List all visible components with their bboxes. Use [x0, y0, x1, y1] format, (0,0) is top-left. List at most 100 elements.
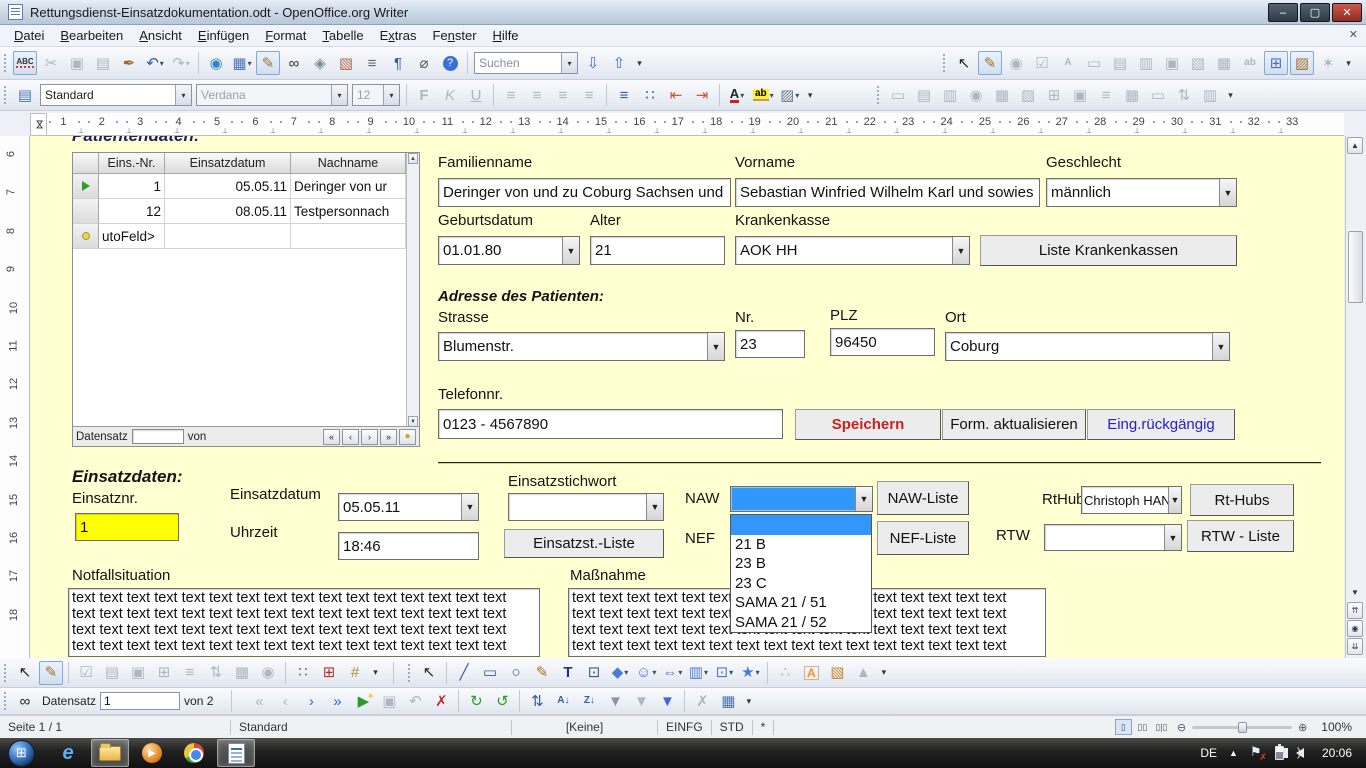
help-icon[interactable]: ?	[438, 51, 462, 75]
data-sources-icon[interactable]: ≡	[360, 51, 384, 75]
toolbar-grip[interactable]	[876, 85, 881, 105]
minimize-button[interactable]: –	[1268, 3, 1298, 22]
chevron-down-icon[interactable]: ▼	[952, 237, 969, 264]
zoom-out-icon[interactable]: ⊖	[1177, 721, 1186, 734]
eing-rueckgaengig-button[interactable]: Eing.rückgängig	[1087, 409, 1235, 440]
toolbar-grip[interactable]	[3, 663, 8, 683]
previous-page-icon[interactable]: ⇈	[1347, 602, 1363, 619]
callout-icon[interactable]: ⊡	[582, 661, 606, 685]
document-scrollbar[interactable]: ▲ ▼ ⇈ ◉ ⇊	[1345, 136, 1364, 658]
more-controls-icon[interactable]: ⊞	[1264, 51, 1288, 75]
naw-option[interactable]: SAMA 21 / 51	[731, 593, 871, 613]
callouts-icon[interactable]: ⊡▾	[712, 661, 736, 685]
toolbar-options-icon[interactable]: ▾	[1342, 51, 1355, 75]
select-icon[interactable]: ↖	[417, 661, 441, 685]
scroll-up-icon[interactable]: ▲	[1347, 137, 1363, 154]
naw-option[interactable]: 23 C	[731, 574, 871, 594]
krankenkasse-dropdown[interactable]: AOK HH▼	[735, 236, 970, 265]
grid-first-record-icon[interactable]: «	[323, 429, 340, 445]
menu-item-einfügen[interactable]: Einfügen	[190, 26, 257, 45]
line-icon[interactable]: ╱	[452, 661, 476, 685]
background-color-icon[interactable]: ▨▾	[778, 83, 802, 107]
close-document-icon[interactable]: ✕	[1349, 28, 1358, 41]
paragraph-style-combobox[interactable]: Standard ▾	[40, 84, 192, 106]
language-indicator[interactable]: [Keine]	[512, 720, 657, 734]
format-paintbrush-icon[interactable]: ✒	[117, 51, 141, 75]
table-row[interactable]: 105.05.11Deringer von ur	[73, 174, 419, 199]
table-cell[interactable]: 08.05.11	[165, 199, 291, 224]
single-page-view-icon[interactable]: ▯	[1115, 719, 1132, 735]
insert-mode-indicator[interactable]: EINFG	[658, 720, 711, 734]
row-selector[interactable]	[73, 199, 99, 224]
zoom-icon[interactable]: ⌀	[412, 51, 436, 75]
record-number-input[interactable]	[100, 692, 180, 710]
menu-item-tabelle[interactable]: Tabelle	[314, 26, 371, 45]
menu-item-fenster[interactable]: Fenster	[424, 26, 484, 45]
toolbar-options-icon[interactable]: ▾	[804, 83, 817, 107]
toolbar-options-icon[interactable]: ▾	[1224, 83, 1237, 107]
next-record-icon[interactable]: ›	[299, 689, 323, 713]
hyperlink-icon[interactable]: ◉	[204, 51, 228, 75]
column-header[interactable]: Eins.-Nr.	[99, 153, 165, 174]
new-record-icon[interactable]: ▶	[351, 689, 375, 713]
naw-option[interactable]	[731, 515, 871, 535]
document-page[interactable]: Patientendaten: Eins.-Nr. Einsatzdatum N…	[30, 136, 1344, 658]
einsatzst-liste-button[interactable]: Einsatzst.-Liste	[504, 529, 664, 558]
taskbar-mediaplayer-icon[interactable]: ▶	[133, 739, 171, 767]
table-row[interactable]: 1208.05.11Testpersonnach	[73, 199, 419, 224]
taskbar-ie-icon[interactable]: e	[49, 739, 87, 767]
naw-option[interactable]: 21 B	[731, 535, 871, 555]
last-record-icon[interactable]: »	[325, 689, 349, 713]
table-scrollbar[interactable]: ▲ ▼	[406, 153, 419, 427]
nonprinting-characters-icon[interactable]: ¶	[386, 51, 410, 75]
volume-icon[interactable]	[1296, 748, 1304, 758]
autospellcheck-icon[interactable]: ABC	[13, 51, 37, 75]
highlighting-icon[interactable]: ab▾	[751, 83, 776, 107]
guides-icon[interactable]: #	[343, 661, 367, 685]
numbered-list-icon[interactable]: ≡	[612, 83, 636, 107]
geburtsdatum-dropdown[interactable]: 01.01.80▼	[438, 236, 580, 265]
chevron-down-icon[interactable]: ▼	[1219, 179, 1236, 206]
scroll-up-icon[interactable]: ▲	[408, 153, 418, 164]
language-indicator[interactable]: DE	[1200, 746, 1217, 760]
insert-table-icon[interactable]: ▦▾	[230, 51, 254, 75]
bullet-list-icon[interactable]: ∷	[638, 83, 662, 107]
font-color-icon[interactable]: A▾	[725, 83, 749, 107]
select-icon[interactable]: ↖	[952, 51, 976, 75]
vorname-input[interactable]: Sebastian Winfried Wilhelm Karl und sowi…	[735, 178, 1040, 207]
from-file-icon[interactable]: ▧	[825, 661, 849, 685]
naw-liste-button[interactable]: NAW-Liste	[877, 481, 969, 515]
design-mode-icon[interactable]: ✎	[39, 661, 63, 685]
snap-to-grid-icon[interactable]: ⊞	[317, 661, 341, 685]
plz-input[interactable]: 96450	[830, 328, 935, 356]
einsatznr-input[interactable]: 1	[75, 513, 179, 541]
drawing-functions-icon[interactable]: ✎	[256, 51, 280, 75]
design-mode-icon[interactable]: ✎	[978, 51, 1002, 75]
zoom-level[interactable]: 100%	[1313, 720, 1360, 734]
menu-item-ansicht[interactable]: Ansicht	[131, 26, 190, 45]
undo-icon[interactable]: ↶▾	[143, 51, 167, 75]
menu-item-format[interactable]: Format	[257, 26, 314, 45]
chevron-down-icon[interactable]: ▼	[562, 237, 579, 264]
book-view-icon[interactable]: ▯|▯	[1153, 719, 1170, 735]
rtw-liste-button[interactable]: RTW - Liste	[1187, 520, 1294, 552]
tray-expand-icon[interactable]: ▲	[1229, 748, 1238, 758]
rthub-dropdown[interactable]: Christoph HANSA▼	[1081, 486, 1182, 514]
table-cell[interactable]: Testpersonnach	[291, 199, 406, 224]
vertical-ruler[interactable]: 6789101112131415161718	[0, 136, 30, 658]
form-aktualisieren-button[interactable]: Form. aktualisieren	[942, 409, 1086, 440]
form-based-filter-icon[interactable]: ▼	[655, 689, 679, 713]
chevron-down-icon[interactable]: ▼	[855, 487, 872, 511]
chevron-down-icon[interactable]: ▼	[461, 494, 478, 520]
strasse-dropdown[interactable]: Blumenstr.▼	[438, 332, 725, 361]
grid-new-record-icon[interactable]: ●	[399, 429, 416, 445]
font-name-combobox[interactable]: Verdana ▾	[196, 84, 348, 106]
geschlecht-dropdown[interactable]: männlich▼	[1046, 178, 1237, 207]
tab-stop-selector[interactable]: ⋈	[30, 113, 47, 136]
clock[interactable]: 20:06	[1322, 746, 1352, 760]
selection-mode-indicator[interactable]: STD	[712, 720, 752, 734]
naw-option[interactable]: SAMA 21 / 52	[731, 613, 871, 633]
gallery-icon[interactable]: ▧	[334, 51, 358, 75]
rt-hubs-button[interactable]: Rt-Hubs	[1190, 484, 1294, 516]
taskbar-chrome-icon[interactable]	[175, 739, 213, 767]
